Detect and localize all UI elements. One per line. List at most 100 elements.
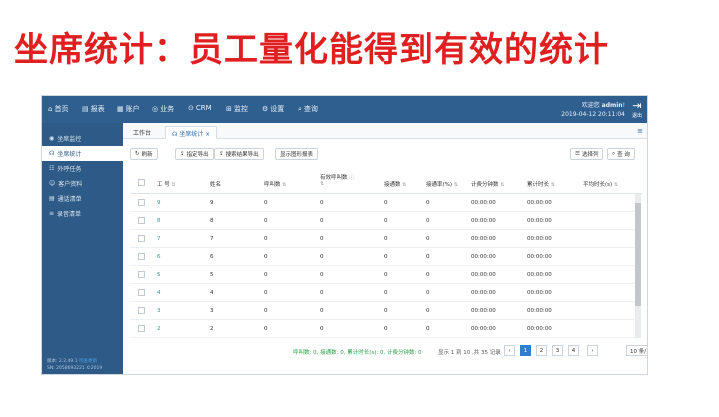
cell-agent-id[interactable]: 5 — [157, 272, 161, 278]
sidebar-item-agent-monitor[interactable]: ◉ 坐席监控 — [42, 131, 123, 146]
cell-total-duration: 00:00:00 — [527, 218, 552, 224]
cell-billed-minutes: 00:00:00 — [471, 290, 496, 296]
table-row[interactable]: 6 6 0 0 0 0 00:00:00 00:00:00 — [130, 248, 635, 266]
cell-agent-id[interactable]: 9 — [157, 200, 161, 206]
sidebar-footer: 版本: 2.2.49.1 检查更新 SN: 2058693221 ©2019 — [47, 359, 103, 371]
cell-valid-calls: 0 — [320, 272, 324, 278]
col-header-billed-minutes[interactable]: 计费分钟数 ⇅ — [471, 180, 504, 188]
nav-reports[interactable]: ▤ 报表 — [82, 104, 105, 114]
sidebar-item-recording-list[interactable]: ≡ 录音清单 — [42, 206, 123, 221]
table-scrollbar-thumb[interactable] — [635, 203, 641, 306]
table-row[interactable]: 2 2 0 0 0 0 00:00:00 00:00:00 — [130, 320, 635, 338]
gear-icon: ⚙ — [262, 105, 269, 113]
cell-name: 2 — [210, 326, 214, 332]
table-row[interactable]: 7 7 0 0 0 0 00:00:00 00:00:00 — [130, 230, 635, 248]
cell-calls: 0 — [264, 236, 268, 242]
page-info: 显示 1 到 10 ,共 35 记录 — [438, 350, 501, 356]
nav-home[interactable]: ⌂ 首页 — [48, 104, 68, 114]
row-checkbox[interactable] — [138, 325, 145, 332]
cell-valid-calls: 0 — [320, 254, 324, 260]
table-footer: 呼叫数: 0, 接通数: 0, 累计时长(s): 0, 计费分钟数: 0 显示 … — [123, 341, 647, 361]
cell-agent-id[interactable]: 6 — [157, 254, 161, 260]
sidebar-item-call-list[interactable]: ▤ 通话清单 — [42, 191, 123, 206]
show-chart-button[interactable]: 显示图形报表 — [275, 148, 319, 160]
col-header-calls[interactable]: 呼叫数 ⇅ — [264, 180, 286, 188]
cell-billed-minutes: 00:00:00 — [471, 254, 496, 260]
cell-agent-id[interactable]: 4 — [157, 290, 161, 296]
col-header-name[interactable]: 姓名 — [210, 180, 221, 188]
nav-settings[interactable]: ⚙ 设置 — [262, 104, 284, 114]
col-header-connected[interactable]: 接通数 ⇅ — [384, 180, 406, 188]
cell-billed-minutes: 00:00:00 — [471, 326, 496, 332]
cell-name: 4 — [210, 290, 214, 296]
sort-icon: ⇅ — [171, 182, 176, 188]
cell-connect-rate: 0 — [426, 326, 430, 332]
table-row[interactable]: 5 5 0 0 0 0 00:00:00 00:00:00 — [130, 266, 635, 284]
row-checkbox[interactable] — [138, 199, 145, 206]
cell-agent-id[interactable]: 7 — [157, 236, 161, 242]
sort-icon: ⇅ — [320, 181, 325, 187]
page-1-button[interactable]: 1 — [520, 345, 531, 356]
cell-agent-id[interactable]: 8 — [157, 218, 161, 224]
nav-monitor[interactable]: ⊞ 监控 — [226, 104, 248, 114]
table-row[interactable]: 8 8 0 0 0 0 00:00:00 00:00:00 — [130, 212, 635, 230]
tab-agent-stats[interactable]: ☊ 坐席统计 × — [165, 126, 218, 139]
page-2-button[interactable]: 2 — [536, 345, 547, 356]
col-header-valid-calls[interactable]: 有效呼叫数 ⓘ ⇅ — [320, 173, 354, 187]
tab-menu-icon[interactable]: ≡ — [637, 127, 643, 135]
tab-workbench[interactable]: 工作台 — [127, 126, 157, 139]
cell-total-duration: 00:00:00 — [527, 308, 552, 314]
home-icon: ⌂ — [48, 105, 53, 113]
col-header-avg-duration[interactable]: 平均时长(s) ⇅ — [583, 180, 618, 188]
cell-connected: 0 — [384, 200, 388, 206]
sort-icon: ⇅ — [613, 182, 619, 188]
app-window: ⌂ 首页 ▤ 报表 ▦ 账户 ◎ 业务 ⊙ CRM ⊞ 监控 ⚙ 设置 ⌕ 查询 欢迎您 adm… — [41, 95, 648, 375]
search-icon: ⌕ — [612, 150, 616, 157]
col-header-agent-id[interactable]: 工 号 ⇅ — [157, 180, 176, 188]
search-icon: ⌕ — [298, 104, 302, 113]
choose-columns-button[interactable]: ☰ 选择列 — [570, 148, 604, 160]
nav-crm[interactable]: ⊙ CRM — [188, 104, 212, 112]
row-checkbox[interactable] — [138, 253, 145, 260]
row-checkbox[interactable] — [138, 235, 145, 242]
cell-name: 8 — [210, 218, 214, 224]
cell-name: 3 — [210, 308, 214, 314]
sort-icon: ⇅ — [282, 182, 287, 188]
table-header: 工 号 ⇅ 姓名 呼叫数 ⇅ 有效呼叫数 ⓘ ⇅ 接通数 ⇅ 接通率(%) ⇅ 计… — [130, 170, 642, 194]
table-row[interactable]: 3 3 0 0 0 0 00:00:00 00:00:00 — [130, 302, 635, 320]
row-checkbox[interactable] — [138, 217, 145, 224]
select-all-checkbox[interactable] — [138, 179, 145, 186]
col-header-connect-rate[interactable]: 接通率(%) ⇅ — [426, 180, 458, 188]
cell-name: 5 — [210, 272, 214, 278]
row-checkbox[interactable] — [138, 307, 145, 314]
export-selected-button[interactable]: ⇪ 指定导出 — [175, 148, 214, 160]
cell-agent-id[interactable]: 3 — [157, 308, 161, 314]
page-4-button[interactable]: 4 — [568, 345, 579, 356]
cell-calls: 0 — [264, 218, 268, 224]
next-page-button[interactable]: › — [587, 345, 598, 356]
page-size-select[interactable]: 10 条/页 ▾ — [626, 345, 647, 356]
logout-button[interactable]: ⇥ 退出 — [629, 99, 645, 119]
sidebar-item-outbound-tasks[interactable]: ☷ 外呼任务 — [42, 161, 123, 176]
username: admin — [601, 102, 623, 109]
prev-page-button[interactable]: ‹ — [504, 345, 515, 356]
export-results-button[interactable]: ⇪ 搜索结果导出 — [214, 148, 264, 160]
page-3-button[interactable]: 3 — [552, 345, 563, 356]
cell-total-duration: 00:00:00 — [527, 200, 552, 206]
nav-query[interactable]: ⌕ 查询 — [298, 104, 318, 114]
table-row[interactable]: 4 4 0 0 0 0 00:00:00 00:00:00 — [130, 284, 635, 302]
refresh-button[interactable]: ↻ 刷新 — [130, 148, 158, 160]
sidebar-item-agent-stats[interactable]: ☊ 坐席统计 — [42, 146, 123, 161]
col-header-total-duration[interactable]: 累计时长 ⇅ — [527, 180, 555, 188]
search-button[interactable]: ⌕ 查 询 — [607, 148, 635, 160]
cell-agent-id[interactable]: 2 — [157, 326, 161, 332]
table-row[interactable]: 9 9 0 0 0 0 00:00:00 00:00:00 — [130, 194, 635, 212]
cell-valid-calls: 0 — [320, 218, 324, 224]
row-checkbox[interactable] — [138, 289, 145, 296]
nav-business[interactable]: ◎ 业务 — [152, 104, 174, 114]
row-checkbox[interactable] — [138, 271, 145, 278]
cell-billed-minutes: 00:00:00 — [471, 236, 496, 242]
check-update-link[interactable]: 检查更新 — [79, 359, 97, 364]
sidebar-item-customer-data[interactable]: ☺ 客户资料 — [42, 176, 123, 191]
nav-account[interactable]: ▦ 账户 — [117, 104, 140, 114]
